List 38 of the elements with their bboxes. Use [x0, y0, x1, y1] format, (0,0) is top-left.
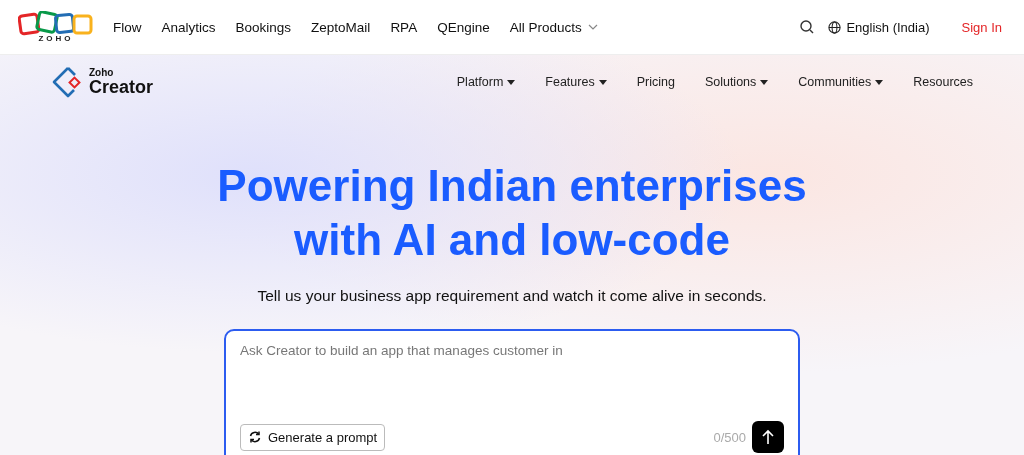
hero-title: with AI and low-code [294, 214, 730, 266]
caret-icon [507, 79, 516, 85]
product-link[interactable]: ZeptoMail [311, 19, 371, 35]
product-link[interactable]: All Products [509, 19, 598, 35]
character-counter: 0/500 [713, 429, 746, 445]
send-button[interactable] [752, 421, 784, 453]
product-link[interactable]: Bookings [235, 19, 292, 35]
logo-text: ZOHO [38, 34, 74, 43]
creator-logo[interactable]: Zoho Creator [51, 65, 154, 99]
caret-icon [598, 79, 607, 85]
prompt-box[interactable]: Ask Creator to build an app that manages customer in Generate a prompt 0/500 [224, 329, 800, 455]
caret-icon [875, 79, 884, 85]
product-link[interactable]: Flow [113, 19, 142, 35]
product-link[interactable]: QEngine [437, 19, 490, 35]
squares-icon [18, 11, 94, 37]
generate-prompt-button[interactable]: Generate a prompt [240, 423, 386, 451]
product-link[interactable]: RPA [390, 19, 418, 35]
caret-icon [760, 79, 769, 85]
nav-link[interactable]: Pricing [636, 75, 675, 89]
sign-in-link[interactable]: Sign In [961, 19, 1002, 35]
refresh-icon [248, 430, 262, 444]
language-label: English (India) [846, 19, 930, 35]
nav-link[interactable]: Communities [798, 75, 884, 89]
nav-link[interactable]: Platform [456, 75, 516, 89]
search-icon[interactable] [800, 20, 815, 34]
product-link[interactable]: Analytics [161, 19, 216, 35]
arrow-up-icon [762, 429, 774, 445]
hero-title: Powering Indian enterprises [217, 160, 807, 212]
language-selector[interactable]: English (India) [828, 19, 930, 35]
globe-icon [828, 20, 842, 34]
nav-link[interactable]: Solutions [704, 75, 769, 89]
brand-small: Zoho [89, 68, 115, 78]
nav-link[interactable]: Resources [913, 75, 973, 89]
brand-name: Creator [89, 78, 154, 96]
chevron-icon [587, 24, 598, 30]
zoho-logo[interactable]: ZOHO [18, 11, 94, 43]
nav-link[interactable]: Features [545, 75, 607, 89]
hero-subtitle: Tell us your business app requirement and watch it come alive in seconds. [256, 287, 768, 305]
